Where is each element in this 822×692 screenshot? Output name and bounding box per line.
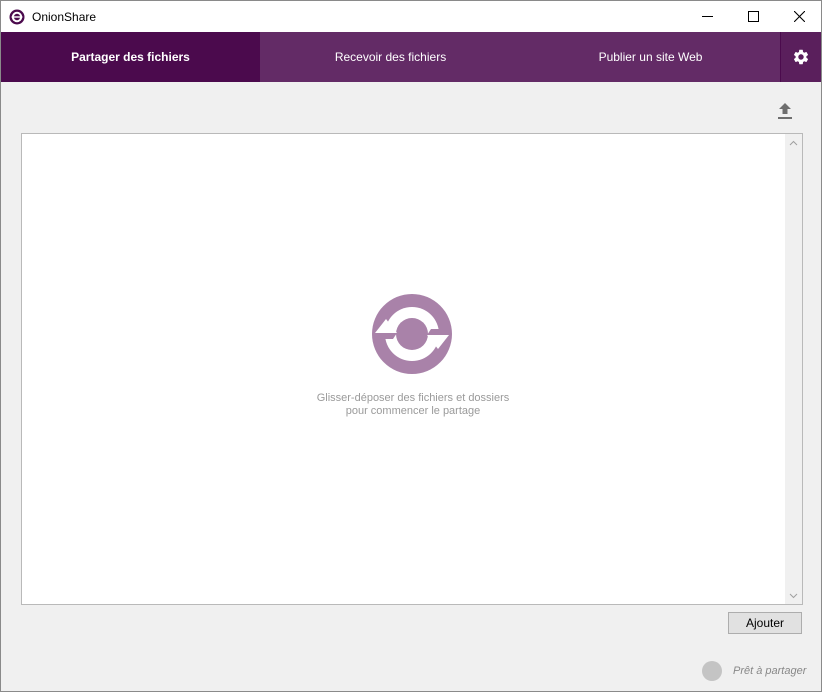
- tab-label: Publier un site Web: [598, 50, 703, 64]
- scroll-up-button[interactable]: [785, 134, 802, 151]
- tab-receive-files[interactable]: Recevoir des fichiers: [260, 32, 521, 82]
- close-icon: [793, 11, 805, 22]
- maximize-button[interactable]: [730, 1, 776, 32]
- close-button[interactable]: [776, 1, 821, 32]
- onionshare-logo-icon: [9, 9, 25, 25]
- gear-icon: [793, 49, 809, 65]
- app-window: OnionShare Partager des fichiers Recevoi…: [0, 0, 822, 692]
- chevron-up-icon: [789, 140, 798, 145]
- upload-icon[interactable]: [777, 102, 793, 120]
- settings-button[interactable]: [780, 32, 821, 82]
- tab-share-files[interactable]: Partager des fichiers: [1, 32, 260, 82]
- tab-publish-website[interactable]: Publier un site Web: [521, 32, 780, 82]
- drop-instructions-line2: pour commencer le partage: [345, 405, 481, 417]
- tab-label: Partager des fichiers: [71, 50, 190, 64]
- tab-label: Recevoir des fichiers: [334, 50, 447, 64]
- scroll-down-button[interactable]: [785, 587, 802, 604]
- title-bar[interactable]: OnionShare: [1, 1, 821, 32]
- onionshare-drop-icon: [372, 294, 452, 374]
- drop-instructions: Glisser-déposer des fichiers et dossiers…: [22, 392, 804, 418]
- status-text: Prêt à partager: [733, 665, 807, 677]
- drop-instructions-line1: Glisser-déposer des fichiers et dossiers: [316, 392, 510, 404]
- vertical-scrollbar[interactable]: [785, 134, 802, 604]
- add-button[interactable]: Ajouter: [728, 612, 802, 634]
- status-indicator: [702, 661, 722, 681]
- chevron-down-icon: [789, 593, 798, 598]
- maximize-icon: [747, 11, 759, 22]
- minimize-icon: [701, 16, 713, 17]
- file-drop-zone[interactable]: Glisser-déposer des fichiers et dossiers…: [21, 133, 803, 605]
- minimize-button[interactable]: [684, 1, 730, 32]
- window-title: OnionShare: [32, 10, 97, 24]
- mode-tabs: Partager des fichiers Recevoir des fichi…: [1, 32, 821, 82]
